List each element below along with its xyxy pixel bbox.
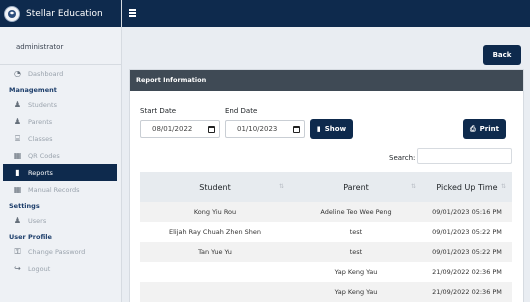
table-cell: Adeline Teo Wee Peng [290,202,422,222]
sidebar-item-label: Students [28,100,57,109]
table-cell: 09/01/2023 05:16 PM [422,202,512,222]
search-input[interactable] [417,148,512,164]
sidebar-item-label: QR Codes [28,151,60,160]
show-button-label: Show [324,125,347,133]
calendar-icon[interactable] [293,125,300,133]
sort-icon[interactable]: ⇅ [501,183,506,190]
table-cell [140,262,290,282]
sort-icon[interactable]: ⇅ [411,183,416,190]
sidebar-item-manual-records[interactable]: ▦ Manual Records [0,181,121,198]
start-date-field[interactable]: 08/01/2022 [140,120,220,138]
calendar-icon[interactable] [208,125,215,133]
table-cell: 09/01/2023 05:22 PM [422,222,512,242]
dashboard-icon: ◔ [14,69,21,78]
sidebar-nav: ◔ Dashboard Management ♟ Students ♟ Parents ⌸ Cl… [0,65,121,277]
top-bar [122,0,530,27]
sidebar-item-users[interactable]: ♟ Users [0,212,121,229]
table-row: Yap Keng Yau 21/09/2022 02:36 PM [140,282,512,302]
column-header-student[interactable]: Student ⇅ [140,172,290,202]
document-icon: ▮ [316,125,321,133]
start-date-value: 08/01/2022 [152,125,193,133]
table-cell: test [290,222,422,242]
sidebar-item-label: Users [28,216,47,225]
end-date-field[interactable]: 01/10/2023 [225,120,305,138]
sidebar-item-qr-codes[interactable]: ▦ QR Codes [0,147,121,164]
sidebar-item-dashboard[interactable]: ◔ Dashboard [0,65,121,82]
sidebar-item-change-password[interactable]: ⚿ Change Password [0,243,121,260]
table-header-row: Student ⇅ Parent ⇅ Picked Up Time ⇅ [140,172,512,202]
qr-code-icon: ▦ [13,151,22,160]
sidebar-item-parents[interactable]: ♟ Parents [0,113,121,130]
print-button-label: Print [479,125,499,133]
sidebar-section-heading: Settings [9,202,40,210]
sidebar-item-label: Parents [28,117,53,126]
sidebar-item-label: Change Password [28,247,86,256]
search-label: Search: [389,154,416,162]
print-button[interactable]: ⎙ Print [463,119,506,139]
key-icon: ⚿ [14,246,21,256]
brand-bar[interactable]: Stellar Education [0,0,121,27]
school-logo-icon [4,5,20,22]
table-cell: Yap Keng Yau [290,282,422,302]
table-cell [140,282,290,302]
table-cell: 21/09/2022 02:36 PM [422,262,512,282]
back-button[interactable]: Back [483,45,521,65]
reports-icon: ▮ [15,168,20,177]
table-cell: 21/09/2022 02:36 PM [422,282,512,302]
logout-icon: ↪ [14,264,21,273]
report-table: Student ⇅ Parent ⇅ Picked Up Time ⇅ Kong Yi… [140,172,512,302]
sidebar-item-logout[interactable]: ↪ Logout [0,260,121,277]
sidebar-item-label: Manual Records [28,185,80,194]
start-date-label: Start Date [140,107,177,115]
table-row: Elijah Ray Chuah Zhen Shen test 09/01/2023… [140,222,512,242]
current-user: administrator [0,27,121,65]
table-cell: Yap Keng Yau [290,262,422,282]
records-icon: ▦ [13,185,22,194]
table-cell: test [290,242,422,262]
sidebar-item-label: Dashboard [28,69,64,78]
show-button[interactable]: ▮ Show [310,119,353,139]
sidebar-section-heading: User Profile [9,233,52,241]
end-date-value: 01/10/2023 [237,125,278,133]
sidebar-item-label: Logout [28,264,51,273]
sidebar-item-reports[interactable]: ▮ Reports [3,164,117,181]
table-row: Tan Yue Yu test 09/01/2023 05:22 PM [140,242,512,262]
table-cell: 09/01/2023 05:22 PM [422,242,512,262]
column-header-parent[interactable]: Parent ⇅ [290,172,422,202]
end-date-label: End Date [225,107,258,115]
sidebar-section-heading: Management [9,86,57,94]
menu-toggle-icon[interactable] [129,9,136,17]
table-row: Kong Yiu Rou Adeline Teo Wee Peng 09/01/20… [140,202,512,222]
parents-icon: ♟ [13,117,22,126]
column-header-picked-up-time[interactable]: Picked Up Time ⇅ [422,172,512,202]
table-cell: Elijah Ray Chuah Zhen Shen [140,222,290,242]
report-card: Report Information Start Date End Date 0… [129,69,524,302]
sidebar-item-label: Reports [28,168,53,177]
sidebar: Stellar Education administrator ◔ Dashboa… [0,0,122,302]
sort-icon[interactable]: ⇅ [279,183,284,190]
table-body: Kong Yiu Rou Adeline Teo Wee Peng 09/01/20… [140,202,512,302]
users-icon: ♟ [13,216,22,225]
sidebar-item-students[interactable]: ♟ Students [0,96,121,113]
table-cell: Kong Yiu Rou [140,202,290,222]
card-title: Report Information [130,70,523,91]
student-icon: ♟ [13,100,22,109]
sidebar-item-classes[interactable]: ⌸ Classes [0,130,121,147]
table-row: Yap Keng Yau 21/09/2022 02:36 PM [140,262,512,282]
brand-name: Stellar Education [26,8,103,19]
printer-icon: ⎙ [470,124,476,133]
table-cell: Tan Yue Yu [140,242,290,262]
sidebar-item-label: Classes [28,134,53,143]
classes-icon: ⌸ [15,133,20,143]
